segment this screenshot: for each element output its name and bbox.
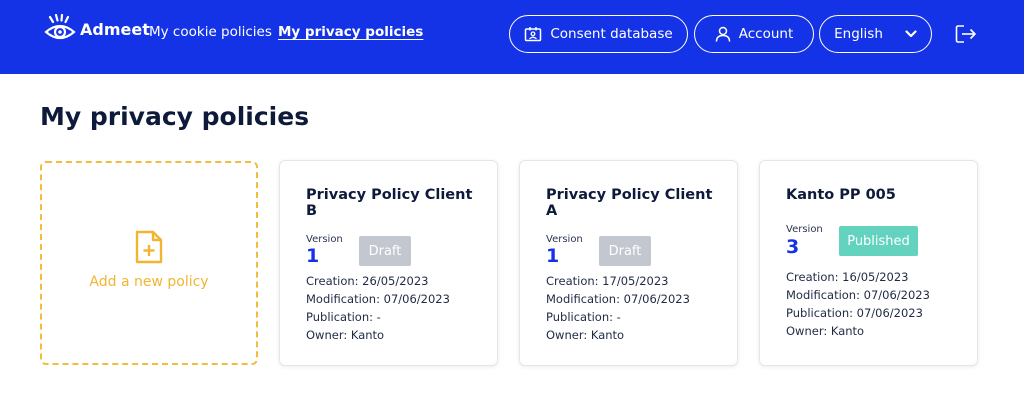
logout-icon[interactable] — [955, 24, 977, 44]
policy-title: Privacy Policy Client A — [546, 187, 713, 219]
add-document-icon — [135, 230, 163, 264]
language-select[interactable]: English — [819, 15, 932, 53]
nav-my-privacy-policies[interactable]: My privacy policies — [278, 24, 423, 40]
version-number: 3 — [786, 236, 800, 258]
status-badge: Published — [839, 226, 918, 256]
publication-date: Publication: - — [546, 310, 621, 324]
language-value: English — [834, 26, 883, 42]
version-number: 1 — [306, 245, 320, 267]
admeet-logo[interactable]: Admeet — [44, 14, 150, 44]
account-label: Account — [738, 26, 794, 42]
page-title: My privacy policies — [40, 102, 310, 131]
modification-date: Modification: 07/06/2023 — [546, 292, 690, 306]
modification-date: Modification: 07/06/2023 — [306, 292, 450, 306]
creation-date: Creation: 16/05/2023 — [786, 270, 909, 284]
modification-date: Modification: 07/06/2023 — [786, 288, 930, 302]
policy-title: Kanto PP 005 — [786, 187, 896, 203]
status-badge: Draft — [599, 236, 651, 266]
publication-date: Publication: 07/06/2023 — [786, 306, 923, 320]
policy-card[interactable]: Privacy Policy Client B Version 1 Draft … — [279, 160, 498, 366]
version-number: 1 — [546, 245, 560, 267]
owner: Owner: Kanto — [306, 328, 385, 342]
consent-database-button[interactable]: Consent database — [509, 15, 688, 53]
account-button[interactable]: Account — [694, 15, 814, 53]
consent-database-label: Consent database — [550, 26, 673, 42]
creation-date: Creation: 17/05/2023 — [546, 274, 669, 288]
nav-my-cookie-policies[interactable]: My cookie policies — [149, 24, 272, 40]
id-card-icon — [525, 27, 542, 42]
status-badge: Draft — [359, 236, 411, 266]
chevron-down-icon — [905, 30, 917, 38]
owner: Owner: Kanto — [786, 324, 865, 338]
add-new-policy-card[interactable]: Add a new policy — [40, 161, 258, 365]
version-label: Version — [786, 224, 823, 235]
user-icon — [715, 26, 730, 42]
eye-logo-icon — [44, 14, 76, 40]
publication-date: Publication: - — [306, 310, 381, 324]
policy-card[interactable]: Privacy Policy Client A Version 1 Draft … — [519, 160, 738, 366]
owner: Owner: Kanto — [546, 328, 625, 342]
version-label: Version — [306, 234, 343, 245]
creation-date: Creation: 26/05/2023 — [306, 274, 429, 288]
policy-title: Privacy Policy Client B — [306, 187, 473, 219]
policy-card[interactable]: Kanto PP 005 Version 3 Published Creatio… — [759, 160, 978, 366]
brand-name: Admeet — [80, 19, 150, 39]
add-new-policy-label: Add a new policy — [89, 274, 209, 290]
top-navigation-bar: Admeet My cookie policies My privacy pol… — [0, 0, 1024, 74]
version-label: Version — [546, 234, 583, 245]
